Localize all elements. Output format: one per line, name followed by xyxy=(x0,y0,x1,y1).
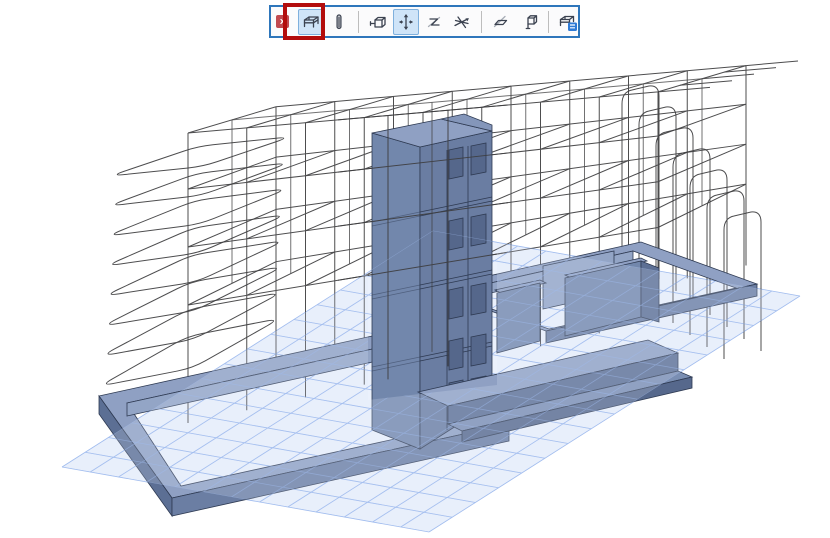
close-icon[interactable]: x xyxy=(276,15,289,28)
cube-pin-icon xyxy=(519,12,539,32)
viewport-3d[interactable]: x xyxy=(0,0,830,538)
elevate-button[interactable] xyxy=(516,9,542,35)
toolbar-separator xyxy=(548,11,549,33)
move-structure-button[interactable] xyxy=(298,9,324,35)
crossed-arrows-icon xyxy=(452,12,472,32)
table-settings-icon xyxy=(558,12,578,32)
cube-pull-icon xyxy=(368,12,388,32)
open-settings-button[interactable] xyxy=(555,9,581,35)
stretch-height-button[interactable] xyxy=(326,9,352,35)
model-3d-view[interactable] xyxy=(0,0,830,538)
parallelogram-icon xyxy=(491,12,511,32)
toolbar-separator xyxy=(358,11,359,33)
toolbar-separator xyxy=(481,11,482,33)
rotate-free-button[interactable] xyxy=(449,9,475,35)
edit-pet-palette[interactable]: x xyxy=(269,5,580,38)
move-3d-button[interactable] xyxy=(393,9,419,35)
table-3d-icon xyxy=(301,12,321,32)
move-arrows-icon xyxy=(396,12,416,32)
pill-icon xyxy=(329,12,349,32)
drag-element-button[interactable] xyxy=(365,9,391,35)
stretch-skew-button[interactable] xyxy=(421,9,447,35)
z-skew-icon xyxy=(424,12,444,32)
skew-button[interactable] xyxy=(488,9,514,35)
